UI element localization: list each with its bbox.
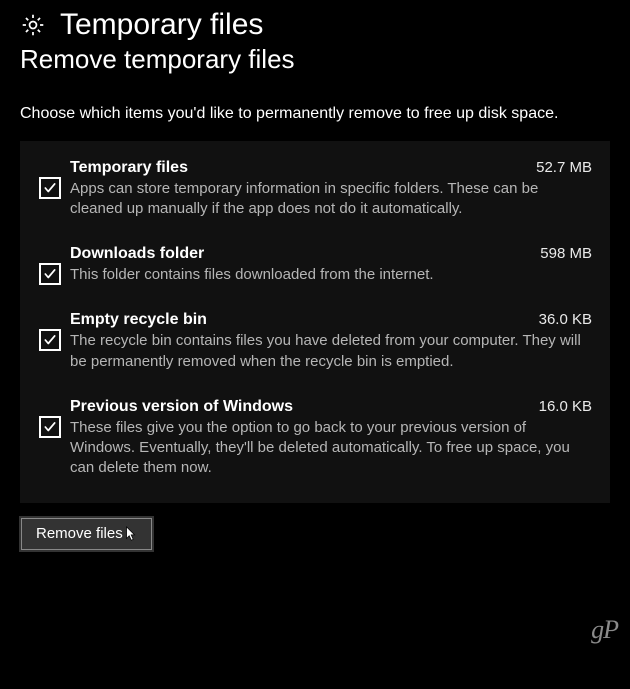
list-item: Empty recycle bin 36.0 KB The recycle bi… (30, 311, 592, 372)
item-size: 52.7 MB (536, 159, 592, 176)
item-size: 16.0 KB (539, 398, 592, 415)
item-description: This folder contains files downloaded fr… (70, 265, 592, 285)
item-description: The recycle bin contains files you have … (70, 331, 592, 372)
checkbox-temporary-files[interactable] (39, 177, 61, 199)
cursor-icon (125, 526, 137, 542)
checkbox-downloads-folder[interactable] (39, 263, 61, 285)
watermark: gP (591, 615, 618, 645)
item-description: Apps can store temporary information in … (70, 179, 592, 220)
gear-icon (20, 12, 46, 38)
item-size: 598 MB (540, 245, 592, 262)
checkbox-previous-windows[interactable] (39, 416, 61, 438)
list-item: Previous version of Windows 16.0 KB Thes… (30, 398, 592, 479)
item-title: Downloads folder (70, 245, 204, 263)
item-title: Temporary files (70, 159, 188, 177)
temp-files-panel: Temporary files 52.7 MB Apps can store t… (20, 141, 610, 503)
item-title: Empty recycle bin (70, 311, 207, 329)
page-title: Temporary files (60, 8, 263, 42)
item-size: 36.0 KB (539, 311, 592, 328)
intro-text: Choose which items you'd like to permane… (20, 103, 610, 125)
item-description: These files give you the option to go ba… (70, 418, 592, 479)
page-subtitle: Remove temporary files (20, 44, 610, 75)
button-label: Remove files (36, 525, 123, 542)
page-header: Temporary files (20, 8, 610, 42)
item-title: Previous version of Windows (70, 398, 293, 416)
checkbox-empty-recycle-bin[interactable] (39, 329, 61, 351)
list-item: Temporary files 52.7 MB Apps can store t… (30, 159, 592, 220)
list-item: Downloads folder 598 MB This folder cont… (30, 245, 592, 285)
remove-files-button[interactable]: Remove files (20, 517, 153, 551)
